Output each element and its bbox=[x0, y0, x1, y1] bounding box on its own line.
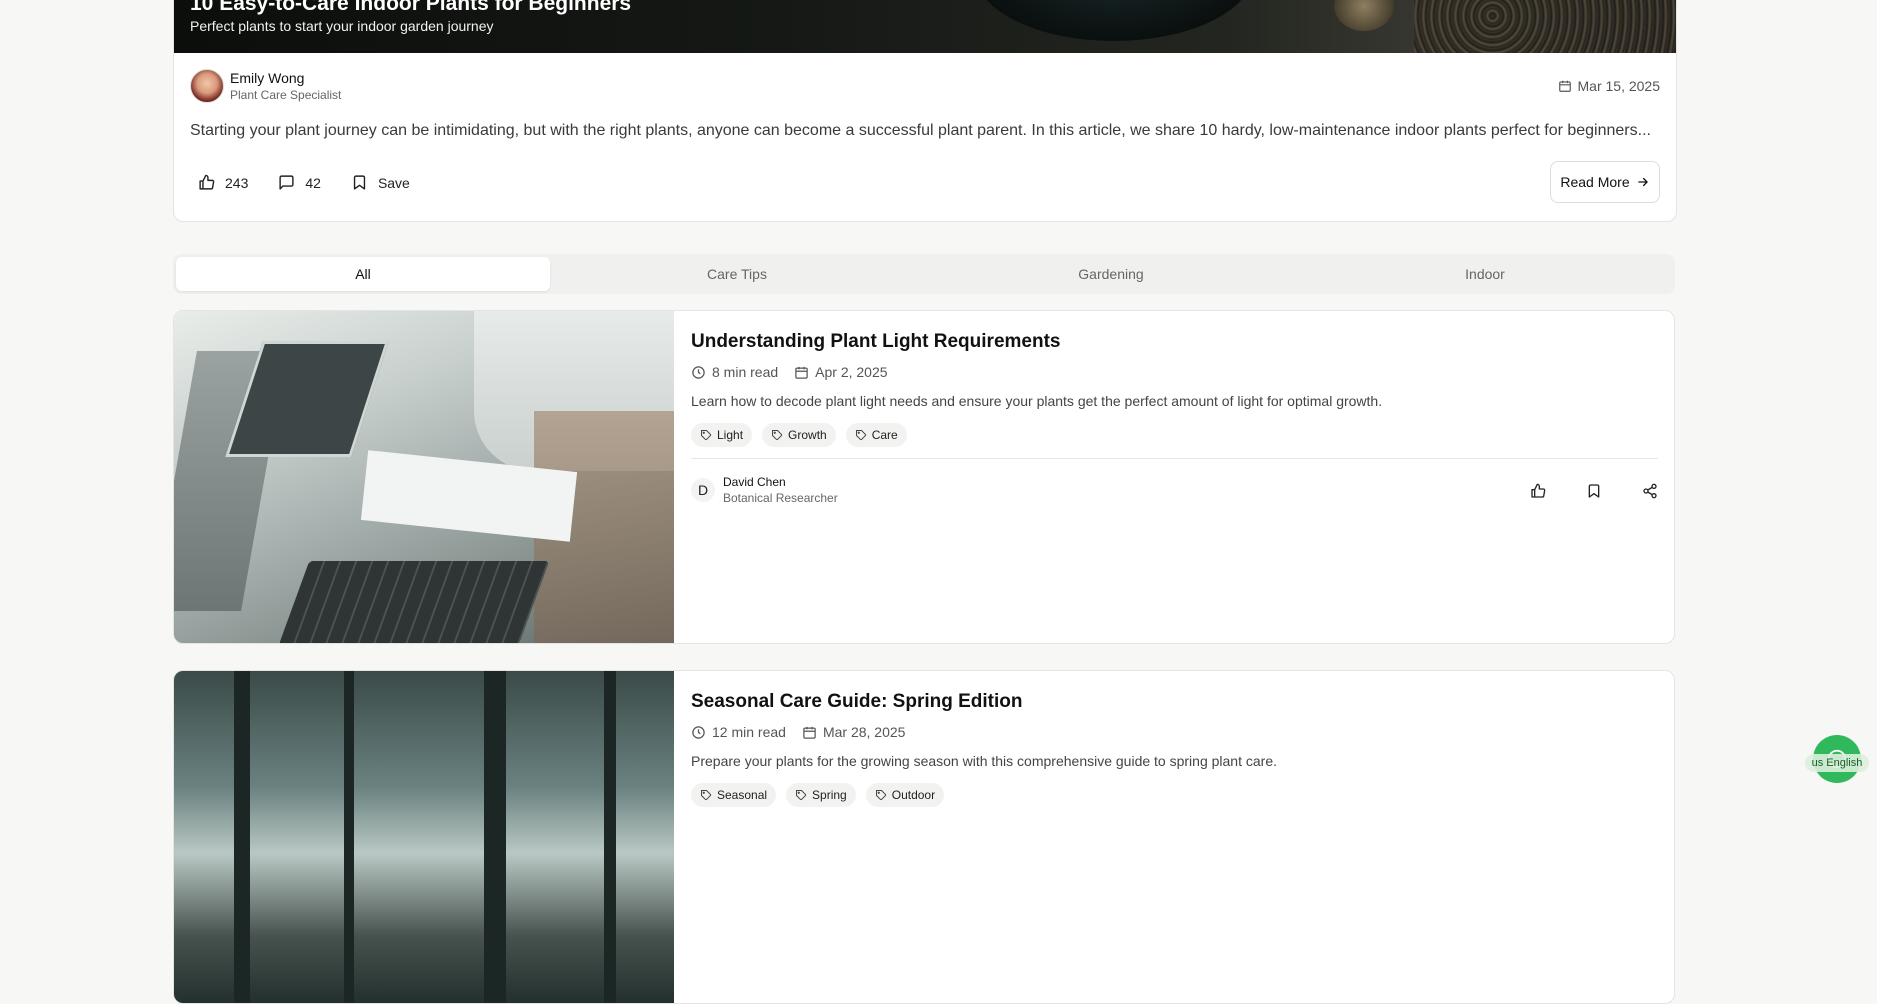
divider bbox=[691, 458, 1658, 459]
read-time: 12 min read bbox=[712, 724, 786, 740]
tag-chip[interactable]: Care bbox=[845, 423, 907, 447]
share-button[interactable] bbox=[1642, 483, 1658, 499]
comment-count: 42 bbox=[305, 174, 321, 191]
tag-chip[interactable]: Growth bbox=[762, 423, 836, 447]
arrow-right-icon bbox=[1636, 175, 1650, 189]
featured-excerpt: Starting your plant journey can be intim… bbox=[190, 122, 1651, 139]
article-title[interactable]: Seasonal Care Guide: Spring Edition bbox=[691, 691, 1023, 713]
article-excerpt: Prepare your plants for the growing seas… bbox=[691, 753, 1277, 769]
tag-chip[interactable]: Light bbox=[691, 423, 753, 447]
clock-icon bbox=[691, 365, 706, 380]
bookmark-button[interactable] bbox=[1586, 483, 1602, 499]
calendar-icon bbox=[794, 365, 809, 380]
share-icon bbox=[1642, 483, 1658, 499]
article-title[interactable]: Understanding Plant Light Requirements bbox=[691, 331, 1060, 353]
featured-subtitle: Perfect plants to start your indoor gard… bbox=[190, 18, 494, 34]
article-meta: 8 min read Apr 2, 2025 bbox=[691, 364, 904, 380]
save-button[interactable]: Save bbox=[351, 174, 410, 191]
article-tags: Light Growth Care bbox=[691, 423, 907, 447]
save-label: Save bbox=[377, 174, 410, 191]
like-button[interactable] bbox=[1530, 483, 1546, 499]
avatar bbox=[190, 69, 224, 103]
bookmark-icon bbox=[351, 174, 368, 191]
featured-hero-image: 10 Easy-to-Care Indoor Plants for Beginn… bbox=[174, 0, 1676, 53]
read-time: 8 min read bbox=[712, 364, 779, 380]
featured-article-card[interactable]: 10 Easy-to-Care Indoor Plants for Beginn… bbox=[173, 0, 1677, 222]
tag-icon bbox=[855, 429, 867, 441]
language-badge[interactable]: us English bbox=[1805, 754, 1869, 772]
tag-label: Light bbox=[717, 428, 744, 442]
article-thumbnail bbox=[174, 311, 674, 643]
article-date: Apr 2, 2025 bbox=[815, 364, 888, 380]
tag-icon bbox=[875, 789, 887, 801]
like-button[interactable]: 243 bbox=[198, 174, 248, 191]
tag-chip[interactable]: Outdoor bbox=[865, 783, 945, 807]
tag-label: Growth bbox=[788, 428, 827, 442]
tag-label: Spring bbox=[812, 788, 847, 802]
article-tags: Seasonal Spring Outdoor bbox=[691, 783, 945, 807]
read-more-label: Read More bbox=[1560, 174, 1630, 190]
article-thumbnail bbox=[174, 671, 674, 1003]
read-more-button[interactable]: Read More bbox=[1550, 161, 1660, 203]
tab-gardening[interactable]: Gardening bbox=[924, 257, 1298, 291]
like-count: 243 bbox=[225, 174, 249, 191]
tag-label: Care bbox=[871, 428, 898, 442]
thumbs-up-icon bbox=[198, 174, 215, 191]
featured-actions: 243 42 Save bbox=[198, 174, 440, 191]
calendar-icon bbox=[802, 725, 817, 740]
author-name: Emily Wong bbox=[230, 70, 305, 86]
featured-title: 10 Easy-to-Care Indoor Plants for Beginn… bbox=[190, 0, 632, 15]
clock-icon bbox=[691, 725, 706, 740]
featured-date: Mar 15, 2025 bbox=[1558, 78, 1661, 94]
tag-label: Seasonal bbox=[717, 788, 768, 802]
thumbs-up-icon bbox=[1530, 483, 1546, 499]
tag-icon bbox=[700, 429, 712, 441]
author-role: Plant Care Specialist bbox=[230, 88, 342, 102]
article-meta: 12 min read Mar 28, 2025 bbox=[691, 724, 921, 740]
bookmark-icon bbox=[1586, 483, 1602, 499]
tab-all[interactable]: All bbox=[176, 257, 550, 291]
comment-button[interactable]: 42 bbox=[278, 174, 321, 191]
tab-indoor[interactable]: Indoor bbox=[1298, 257, 1672, 291]
tag-icon bbox=[700, 789, 712, 801]
date-text: Mar 15, 2025 bbox=[1577, 78, 1661, 94]
article-date: Mar 28, 2025 bbox=[822, 724, 906, 740]
article-card[interactable]: Understanding Plant Light Requirements 8… bbox=[173, 310, 1675, 644]
tag-chip[interactable]: Spring bbox=[786, 783, 856, 807]
category-tabs: All Care Tips Gardening Indoor bbox=[173, 254, 1675, 294]
calendar-icon bbox=[1558, 79, 1572, 93]
comment-icon bbox=[278, 174, 295, 191]
tab-care-tips[interactable]: Care Tips bbox=[550, 257, 924, 291]
tag-icon bbox=[771, 429, 783, 441]
article-card[interactable]: Seasonal Care Guide: Spring Edition 12 m… bbox=[173, 670, 1675, 1004]
tag-chip[interactable]: Seasonal bbox=[691, 783, 777, 807]
tag-icon bbox=[795, 789, 807, 801]
avatar: D bbox=[691, 478, 715, 502]
article-excerpt: Learn how to decode plant light needs an… bbox=[691, 393, 1383, 409]
author-name: David Chen bbox=[723, 475, 786, 489]
author-role: Botanical Researcher bbox=[723, 491, 838, 505]
article-actions bbox=[1530, 483, 1658, 499]
tag-label: Outdoor bbox=[891, 788, 936, 802]
